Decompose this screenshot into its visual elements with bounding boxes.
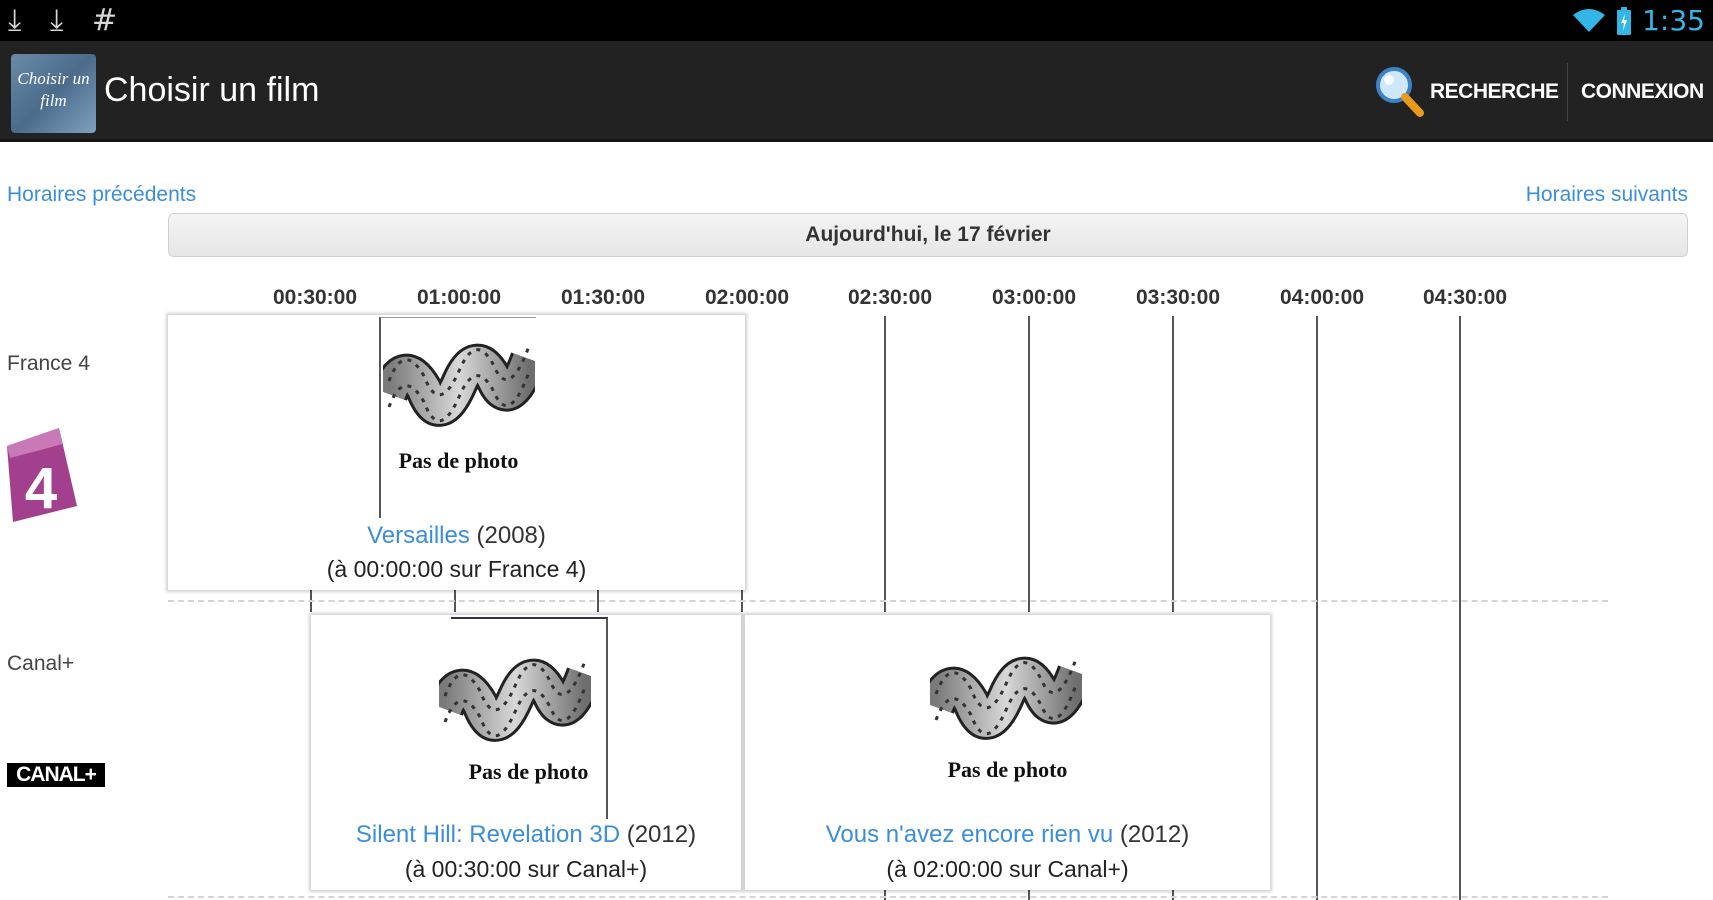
time-label: 00:30:00 xyxy=(272,286,358,309)
film-title: Vous n'avez encore rien vu (2012) xyxy=(745,821,1270,849)
date-bar: Aujourd'hui, le 17 février xyxy=(168,213,1688,257)
row-separator xyxy=(168,896,1608,898)
poster-placeholder: Pas de photo xyxy=(379,317,536,518)
time-label: 01:30:00 xyxy=(560,286,646,309)
channel-name: Canal+ xyxy=(7,652,75,675)
film-title: Versailles (2008) xyxy=(168,522,745,550)
film-time: (à 02:00:00 sur Canal+) xyxy=(886,856,1129,882)
program-card[interactable]: Pas de photo Vous n'avez encore rien vu … xyxy=(745,615,1270,890)
grid-line xyxy=(1316,316,1318,900)
clock: 1:35 xyxy=(1642,4,1705,37)
program-card[interactable]: Pas de photo Versailles (2008) (à 00:00:… xyxy=(168,315,745,590)
no-photo-label: Pas de photo xyxy=(468,759,589,784)
film-link[interactable]: Silent Hill: Revelation 3D xyxy=(356,821,620,848)
action-bar: Choisir un film Choisir un film RECHERCH… xyxy=(0,41,1713,142)
poster-placeholder: Pas de photo xyxy=(451,617,608,819)
film-reel-icon xyxy=(383,334,535,434)
time-label: 02:30:00 xyxy=(847,286,933,309)
login-button[interactable]: CONNEXION xyxy=(1581,41,1704,142)
search-icon xyxy=(1376,66,1424,117)
time-label: 02:00:00 xyxy=(704,286,790,309)
wifi-icon xyxy=(1573,8,1606,32)
film-year: (2012) xyxy=(1119,821,1190,848)
search-label: RECHERCHE xyxy=(1430,79,1559,103)
login-label: CONNEXION xyxy=(1581,79,1704,103)
film-time: (à 00:30:00 sur Canal+) xyxy=(404,856,648,882)
grid-line xyxy=(1172,316,1174,612)
film-reel-icon xyxy=(930,647,1082,747)
program-card[interactable]: Pas de photo Silent Hill: Revelation 3D … xyxy=(311,615,741,890)
time-label: 03:30:00 xyxy=(1135,286,1221,309)
grid-line xyxy=(884,316,886,612)
status-bar: ⤓ ⤓ # 1:35 xyxy=(0,0,1713,41)
film-link[interactable]: Vous n'avez encore rien vu xyxy=(826,821,1113,848)
grid-line xyxy=(1459,316,1461,900)
film-link[interactable]: Versailles xyxy=(367,522,470,549)
hash-icon: # xyxy=(92,3,118,38)
download-icon: ⤓ xyxy=(50,3,64,38)
france4-logo: 4 xyxy=(7,428,77,522)
row-separator xyxy=(168,600,1608,602)
channel-name: France 4 xyxy=(7,352,90,375)
time-label: 01:00:00 xyxy=(416,286,502,309)
canal-plus-logo: CANAL+ xyxy=(7,763,105,787)
no-photo-label: Pas de photo xyxy=(398,448,519,473)
svg-text:4: 4 xyxy=(25,456,57,521)
search-button[interactable]: RECHERCHE xyxy=(1372,41,1559,142)
page-title: Choisir un film xyxy=(104,71,320,109)
next-times-link[interactable]: Horaires suivants xyxy=(1526,183,1688,207)
film-time: (à 00:00:00 sur France 4) xyxy=(326,556,587,582)
time-label: 04:30:00 xyxy=(1422,286,1508,309)
previous-times-link[interactable]: Horaires précédents xyxy=(7,183,196,207)
time-label: 03:00:00 xyxy=(991,286,1077,309)
app-logo[interactable]: Choisir un film xyxy=(11,54,96,133)
film-year: (2012) xyxy=(626,821,697,848)
grid-line xyxy=(1028,316,1030,612)
film-reel-icon xyxy=(439,649,591,749)
film-year: (2008) xyxy=(476,522,546,549)
download-icon: ⤓ xyxy=(8,3,22,38)
film-title: Silent Hill: Revelation 3D (2012) xyxy=(281,821,771,849)
divider xyxy=(1567,63,1568,121)
no-photo-label: Pas de photo xyxy=(947,757,1068,782)
time-label: 04:00:00 xyxy=(1279,286,1365,309)
poster-placeholder: Pas de photo xyxy=(930,617,1085,817)
battery-icon xyxy=(1617,6,1632,35)
